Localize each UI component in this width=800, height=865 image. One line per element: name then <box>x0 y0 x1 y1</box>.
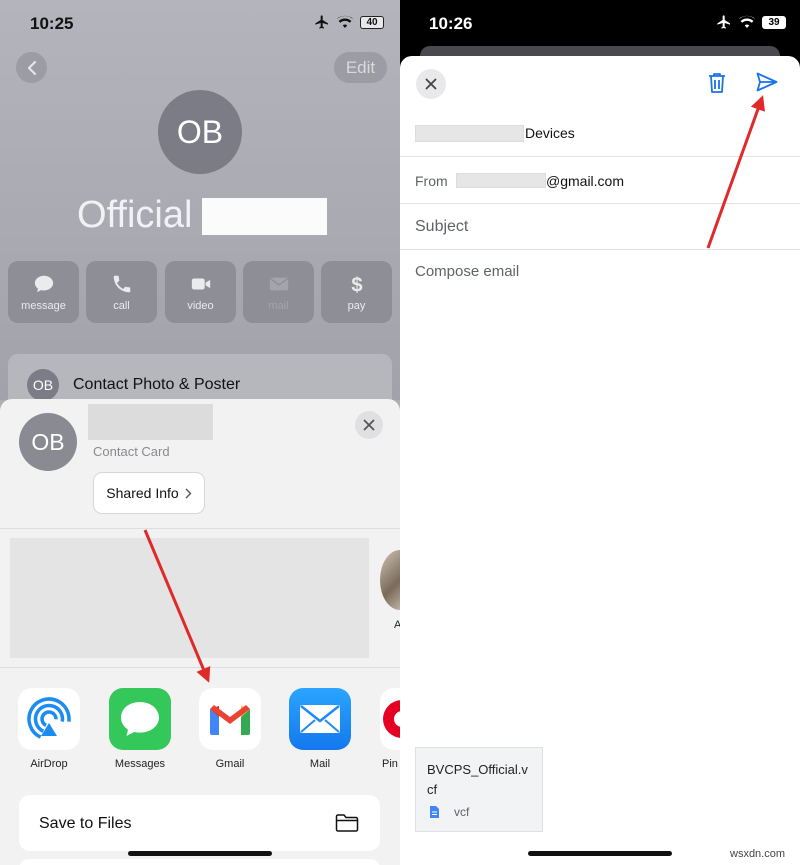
mail-app-icon <box>300 705 340 733</box>
share-sheet: OB Contact Card Shared Info A AirDrop Me… <box>0 399 400 865</box>
redacted-people-suggestions <box>10 538 369 658</box>
quick-action-label: video <box>187 299 214 312</box>
quick-action-label: message <box>21 299 66 312</box>
app-label-gmail: Gmail <box>215 758 245 770</box>
shared-info-label: Shared Info <box>106 485 179 501</box>
redacted-contact-name <box>88 404 213 440</box>
next-action-row <box>19 859 380 865</box>
wifi-icon <box>738 15 756 28</box>
contact-name: Official <box>77 194 193 236</box>
redacted-sender <box>456 173 546 188</box>
share-app-pin[interactable] <box>380 688 400 750</box>
contact-card-subtitle: Contact Card <box>93 444 170 459</box>
airplane-icon <box>717 15 730 29</box>
attachment-type: vcf <box>454 805 470 819</box>
pinterest-app-icon <box>383 700 400 738</box>
contact-photo-poster-label: Contact Photo & Poster <box>73 376 241 393</box>
share-app-gmail[interactable] <box>199 688 261 750</box>
quick-action-call[interactable]: call <box>86 261 157 323</box>
attachment-name-line: cf <box>427 782 438 797</box>
airdrop-icon <box>27 697 71 741</box>
person-avatar-peek[interactable] <box>380 550 400 610</box>
quick-action-mail[interactable]: mail <box>243 261 314 323</box>
quick-action-video[interactable]: video <box>165 261 236 323</box>
share-app-mail[interactable] <box>289 688 351 750</box>
share-app-messages[interactable] <box>109 688 171 750</box>
home-indicator <box>528 851 672 856</box>
contact-share-screen: 10:25 40 Edit OB Official message call v… <box>0 0 400 865</box>
attachment-name: BVCPS_Official.v cf <box>427 760 528 800</box>
message-bubble-icon <box>34 275 53 292</box>
save-to-files-label: Save to Files <box>39 815 132 832</box>
divider <box>0 528 400 529</box>
phone-icon <box>113 275 130 292</box>
subject-field[interactable]: Subject <box>400 204 800 250</box>
app-label-messages: Messages <box>114 758 166 770</box>
gmail-tile <box>199 688 261 750</box>
mail-tile <box>289 688 351 750</box>
app-label-airdrop: AirDrop <box>30 758 68 770</box>
video-camera-icon <box>191 278 210 289</box>
app-label-pin: Pin <box>382 758 398 770</box>
battery-indicator: 39 <box>762 15 786 29</box>
share-contact-avatar: OB <box>19 413 77 471</box>
battery-indicator: 40 <box>360 15 384 29</box>
status-icons: 40 <box>314 14 384 30</box>
to-recipient-suffix: Devices <box>525 125 575 141</box>
trash-icon <box>709 73 725 93</box>
quick-action-label: pay <box>347 299 366 312</box>
attachment-chip[interactable]: BVCPS_Official.v cf vcf <box>415 747 543 832</box>
wifi-icon <box>336 15 354 28</box>
svg-text:$: $ <box>351 274 362 295</box>
share-app-airdrop[interactable] <box>18 688 80 750</box>
folder-icon <box>335 814 359 832</box>
back-button[interactable] <box>16 52 47 83</box>
status-icons: 39 <box>716 14 786 30</box>
app-label-mail: Mail <box>309 758 331 770</box>
quick-action-label: mail <box>268 299 289 312</box>
gmail-compose-screen: 10:26 39 Devices From @gmail.com Subject <box>400 0 800 865</box>
airplane-icon <box>315 15 328 29</box>
send-button[interactable] <box>756 72 780 94</box>
home-indicator <box>128 851 272 856</box>
divider <box>0 667 400 668</box>
delete-draft-button[interactable] <box>707 72 729 96</box>
contact-avatar: OB <box>158 90 242 174</box>
watermark: wsxdn.com <box>730 848 786 860</box>
redacted-surname <box>202 198 327 235</box>
close-icon <box>425 78 437 90</box>
chevron-left-icon <box>27 60 36 75</box>
status-time: 10:26 <box>429 14 473 33</box>
send-icon <box>756 72 778 92</box>
messages-tile <box>109 688 171 750</box>
quick-action-pay[interactable]: $ pay <box>321 261 392 323</box>
gmail-app-icon <box>210 705 250 735</box>
close-icon <box>363 419 375 431</box>
status-time: 10:25 <box>30 14 74 33</box>
mail-icon <box>269 277 288 290</box>
quick-action-message[interactable]: message <box>8 261 79 323</box>
shared-info-button[interactable]: Shared Info <box>93 472 205 514</box>
subject-placeholder: Subject <box>415 218 469 235</box>
edit-button[interactable]: Edit <box>334 52 387 83</box>
chevron-right-icon <box>185 488 192 498</box>
compose-sheet: Devices From @gmail.com Subject Compose … <box>400 56 800 865</box>
document-icon <box>430 806 439 818</box>
discard-close-button[interactable] <box>416 69 446 99</box>
redacted-recipient <box>415 125 524 142</box>
messages-app-icon <box>121 702 159 736</box>
dollar-icon: $ <box>351 274 362 295</box>
from-address-suffix: @gmail.com <box>546 173 625 189</box>
airdrop-tile <box>18 688 80 750</box>
from-label: From <box>415 173 448 189</box>
attachment-name-line: BVCPS_Official.v <box>427 762 528 777</box>
compose-body-field[interactable]: Compose email <box>400 250 800 730</box>
share-sheet-close-button[interactable] <box>355 411 383 439</box>
compose-body-placeholder: Compose email <box>415 263 520 280</box>
save-to-files-button[interactable]: Save to Files <box>19 795 380 851</box>
from-field-row[interactable]: From @gmail.com <box>400 157 800 204</box>
quick-action-label: call <box>113 299 130 312</box>
contact-photo-avatar: OB <box>27 369 59 401</box>
to-field-row[interactable]: Devices <box>400 112 800 157</box>
